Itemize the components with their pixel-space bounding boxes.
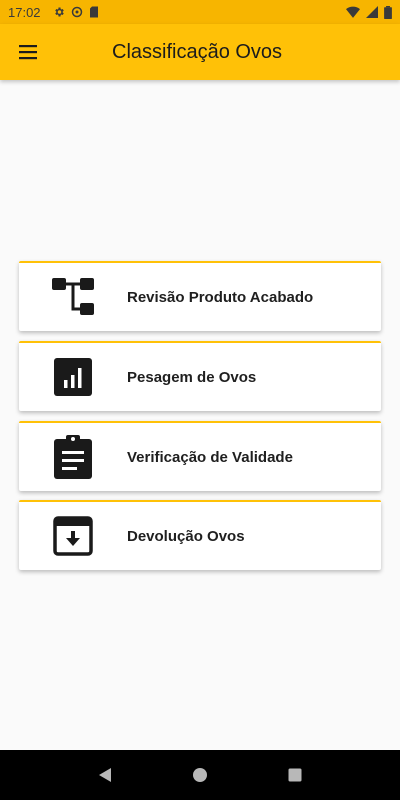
card-label: Devolução Ovos	[127, 527, 245, 545]
bar-chart-icon	[54, 358, 92, 396]
hamburger-menu-icon	[19, 45, 37, 60]
home-circle-icon	[192, 768, 207, 782]
status-bar: 17:02	[0, 0, 400, 24]
at-sign-icon	[71, 6, 82, 18]
app-bar: Classificação Ovos	[0, 24, 400, 80]
clipboard-icon	[54, 435, 92, 479]
system-nav-bar	[0, 750, 400, 800]
status-time: 17:02	[8, 4, 41, 20]
card-revisao-produto-acabado[interactable]: Revisão Produto Acabado	[19, 261, 381, 331]
back-triangle-icon	[99, 768, 112, 782]
card-devolucao-ovos[interactable]: Devolução Ovos	[19, 500, 381, 570]
recents-button[interactable]	[280, 760, 310, 790]
main-content: Revisão Produto Acabado Pesagem de Ovos	[0, 80, 400, 750]
card-pesagem-de-ovos[interactable]: Pesagem de Ovos	[19, 341, 381, 411]
back-button[interactable]	[90, 760, 120, 790]
card-label: Pesagem de Ovos	[127, 368, 257, 386]
page-title: Classificação Ovos	[112, 40, 283, 63]
signal-icon	[366, 6, 378, 18]
wifi-icon	[346, 6, 360, 18]
battery-icon	[384, 5, 392, 19]
gear-icon	[54, 7, 64, 17]
card-label: Revisão Produto Acabado	[127, 288, 314, 306]
card-verificacao-de-validade[interactable]: Verificação de Validade	[19, 421, 381, 491]
menu-button[interactable]	[0, 24, 56, 80]
card-label: Verificação de Validade	[127, 448, 293, 466]
flow-tree-icon	[52, 278, 94, 315]
archive-download-icon	[53, 516, 93, 556]
home-button[interactable]	[185, 760, 215, 790]
sd-card-icon	[89, 6, 98, 18]
recents-square-icon	[288, 768, 302, 782]
